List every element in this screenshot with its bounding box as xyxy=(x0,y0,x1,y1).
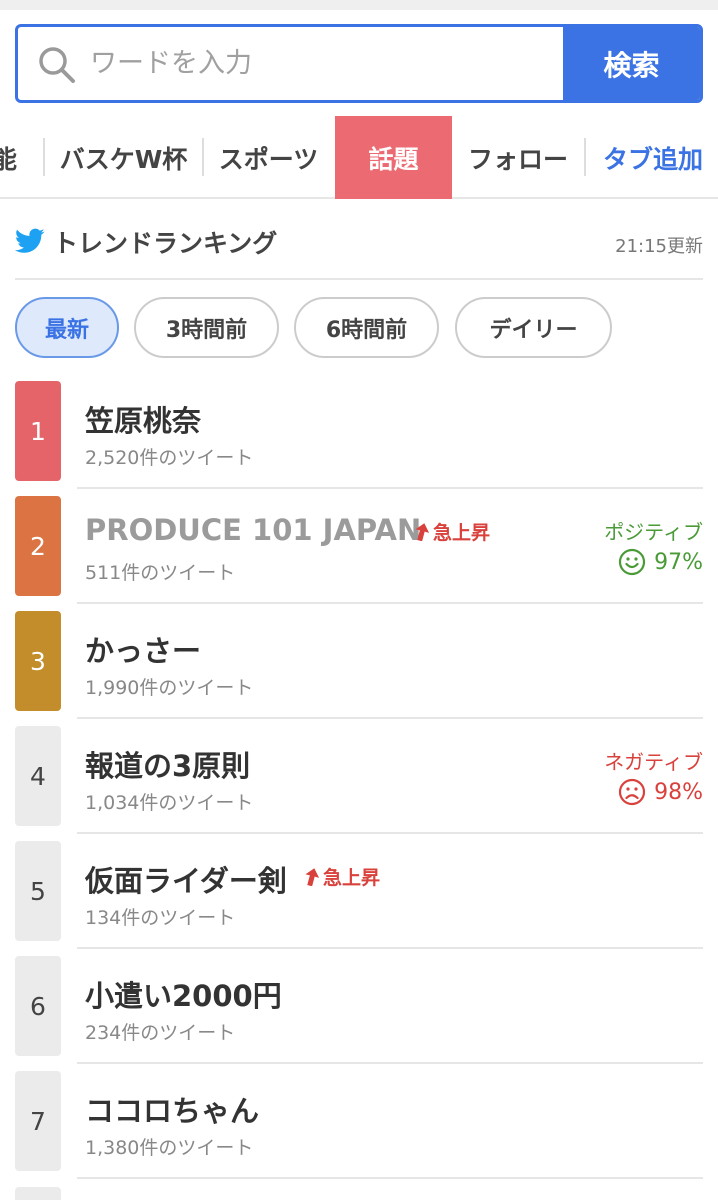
sad-face-icon xyxy=(618,778,646,806)
surge-badge: 急上昇 xyxy=(305,863,380,890)
ranking-item[interactable]: 2 PRODUCE 101 JAPAN 急上昇 511件のツイート ポジティブ … xyxy=(15,496,703,611)
surge-badge: 急上昇 xyxy=(415,518,490,545)
sentiment-negative: ネガティブ 98% xyxy=(573,746,703,806)
surge-label: 急上昇 xyxy=(433,522,491,544)
divider xyxy=(77,487,703,489)
ranking-item[interactable]: 7 ココロちゃん 1,380件のツイート xyxy=(15,1071,703,1186)
rank-badge: 5 xyxy=(15,841,61,941)
ranking-item[interactable]: 1 笠原桃奈 2,520件のツイート xyxy=(15,381,703,496)
sentiment-value: 97% xyxy=(654,549,703,575)
tweet-count: 511件のツイート xyxy=(85,562,236,584)
update-time: 21:15更新 xyxy=(615,236,703,257)
divider xyxy=(77,832,703,834)
ranking-item[interactable]: 3 かっさー 1,990件のツイート xyxy=(15,611,703,726)
trend-title[interactable]: 報道の3原則 xyxy=(85,743,250,785)
filter-6-hours-ago[interactable]: 6時間前 xyxy=(294,297,439,358)
section-title: トレンドランキング xyxy=(53,229,278,258)
up-arrow-icon xyxy=(415,522,429,541)
trend-title[interactable]: かっさー xyxy=(85,628,201,670)
rank-badge: 1 xyxy=(15,381,61,481)
surge-label: 急上昇 xyxy=(323,867,381,889)
tab-divider xyxy=(202,138,204,176)
tab-add[interactable]: タブ追加 xyxy=(594,116,712,199)
tab-divider xyxy=(43,138,45,176)
ranking-item[interactable]: 6 小遣い2000円 234件のツイート xyxy=(15,956,703,1071)
divider xyxy=(77,602,703,604)
filter-latest[interactable]: 最新 xyxy=(15,297,119,358)
category-tabs: 能 バスケW杯 スポーツ 話題 フォロー タブ追加 xyxy=(0,116,718,199)
rank-badge: 4 xyxy=(15,726,61,826)
divider xyxy=(77,1062,703,1064)
sentiment-positive: ポジティブ 97% xyxy=(573,516,703,576)
status-strip xyxy=(0,0,718,10)
tab-divider xyxy=(584,138,586,176)
sentiment-label: ポジティブ xyxy=(604,520,703,544)
tweet-count: 234件のツイート xyxy=(85,1022,236,1044)
ranking-item[interactable]: 4 報道の3原則 1,034件のツイート ネガティブ 98% xyxy=(15,726,703,841)
sentiment-value: 98% xyxy=(654,779,703,805)
tab-partial[interactable]: 能 xyxy=(0,116,17,199)
tweet-count: 1,034件のツイート xyxy=(85,792,254,814)
rank-badge: 7 xyxy=(15,1071,61,1171)
filter-3-hours-ago[interactable]: 3時間前 xyxy=(134,297,279,358)
trend-title[interactable]: PRODUCE 101 JAPAN xyxy=(85,513,421,547)
divider xyxy=(77,1177,703,1179)
trend-title[interactable]: 仮面ライダー剣 xyxy=(85,858,287,900)
search-input[interactable] xyxy=(90,27,560,100)
rank-badge-partial xyxy=(15,1187,61,1200)
search-icon xyxy=(39,47,75,83)
filter-daily[interactable]: デイリー xyxy=(455,297,612,358)
trend-title[interactable]: 小遣い2000円 xyxy=(85,973,282,1015)
search-bar: 検索 xyxy=(15,24,703,103)
search-button[interactable]: 検索 xyxy=(563,27,700,100)
tab-sports[interactable]: スポーツ xyxy=(205,116,332,199)
tweet-count: 2,520件のツイート xyxy=(85,447,254,469)
sentiment-label: ネガティブ xyxy=(604,750,703,774)
trend-title[interactable]: ココロちゃん xyxy=(85,1088,259,1130)
tweet-count: 1,380件のツイート xyxy=(85,1137,254,1159)
trend-title[interactable]: 笠原桃奈 xyxy=(85,398,201,440)
divider xyxy=(77,947,703,949)
tab-follow[interactable]: フォロー xyxy=(458,116,578,199)
tab-topics[interactable]: 話題 xyxy=(335,116,452,199)
trend-ranking-header: トレンドランキング 21:15更新 xyxy=(15,218,703,280)
up-arrow-icon xyxy=(305,867,319,886)
tweet-count: 1,990件のツイート xyxy=(85,677,254,699)
rank-badge: 3 xyxy=(15,611,61,711)
ranking-item[interactable]: 5 仮面ライダー剣 急上昇 134件のツイート xyxy=(15,841,703,956)
rank-badge: 6 xyxy=(15,956,61,1056)
tweet-count: 134件のツイート xyxy=(85,907,236,929)
twitter-bird-icon xyxy=(15,228,45,253)
smile-face-icon xyxy=(618,548,646,576)
rank-badge: 2 xyxy=(15,496,61,596)
divider xyxy=(77,717,703,719)
tab-basketball-world-cup[interactable]: バスケW杯 xyxy=(46,116,201,199)
